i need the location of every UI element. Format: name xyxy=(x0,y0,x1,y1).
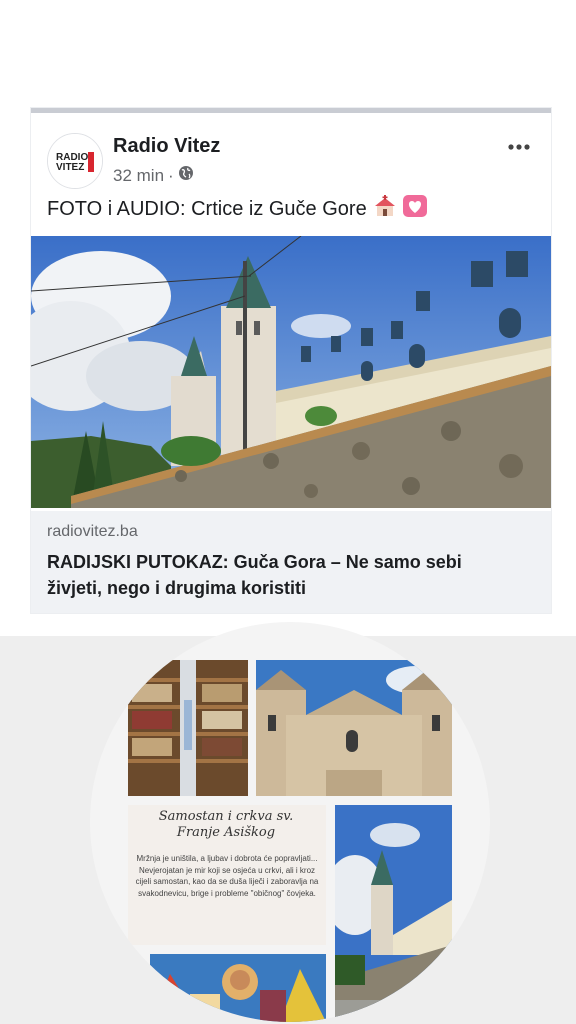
meta-separator: · xyxy=(168,165,174,185)
post-card: RADIO VITEZ Radio Vitez 32 min · FOTO i … xyxy=(31,108,551,613)
page-name[interactable]: Radio Vitez xyxy=(113,135,220,158)
post-meta: 32 min · xyxy=(113,165,194,186)
monastery-side-photo xyxy=(335,805,452,1022)
radio-vitez-logo: RADIO VITEZ xyxy=(48,134,102,188)
photo-collage[interactable]: Samostan i crkva sv. Franje Asiškog Mržn… xyxy=(90,622,490,1022)
church-facade-photo xyxy=(256,660,452,796)
quote-card-title: Samostan i crkva sv. Franje Asiškog xyxy=(158,809,294,840)
quote-card: Samostan i crkva sv. Franje Asiškog Mržn… xyxy=(128,805,326,945)
post-photo[interactable] xyxy=(31,236,551,508)
church-emoji-icon xyxy=(373,195,397,223)
link-title[interactable]: RADIJSKI PUTOKAZ: Guča Gora – Ne samo se… xyxy=(47,549,517,601)
link-preview[interactable]: radiovitez.ba RADIJSKI PUTOKAZ: Guča Gor… xyxy=(31,511,551,613)
quote-card-text: Mržnja je uništila, a ljubav i dobrota ć… xyxy=(135,854,319,898)
globe-icon xyxy=(178,165,194,186)
library-photo xyxy=(128,660,248,796)
svg-text:VITEZ: VITEZ xyxy=(56,162,84,173)
heart-emoji-icon xyxy=(402,195,427,223)
monastery-photo xyxy=(31,236,551,508)
mural-photo xyxy=(150,954,326,1022)
caption-text: FOTO i AUDIO: Crtice iz Guče Gore xyxy=(47,197,367,220)
page-avatar[interactable]: RADIO VITEZ xyxy=(47,133,103,189)
post-header: RADIO VITEZ Radio Vitez 32 min · xyxy=(47,131,535,191)
more-options-icon[interactable] xyxy=(503,131,535,163)
link-domain: radiovitez.ba xyxy=(47,523,138,540)
post-time[interactable]: 32 min xyxy=(113,166,164,186)
post-caption: FOTO i AUDIO: Crtice iz Guče Gore xyxy=(47,195,427,223)
